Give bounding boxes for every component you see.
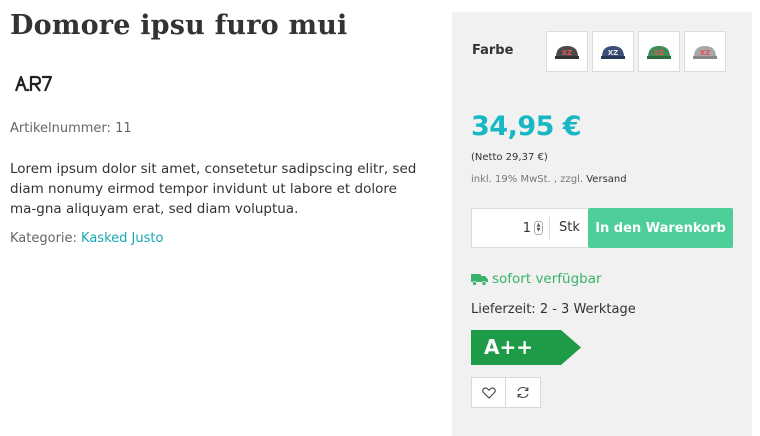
tax-info: inkl. 19% MwSt. , zzgl. Versand (471, 174, 627, 185)
quantity-unit: Stk (559, 220, 580, 235)
product-description: Lorem ipsum dolor sit amet, consetetur s… (10, 161, 417, 217)
svg-text:XZ: XZ (700, 49, 710, 57)
category: Kategorie: Kasked Justo (10, 231, 163, 246)
spinner-icon[interactable]: ▲ ▼ (534, 221, 543, 235)
net-price: (Netto 29,37 €) (471, 152, 548, 163)
cap-icon: XZ (693, 45, 717, 59)
energy-class: A++ (484, 335, 533, 359)
product-actions (471, 377, 541, 408)
product-title: Domore ipsu furo mui (10, 10, 348, 41)
swatch-cap-grey[interactable]: XZ (684, 31, 726, 72)
swatch-cap-navy[interactable]: XZ (592, 31, 634, 72)
compare-button[interactable] (506, 377, 541, 408)
svg-text:XZ: XZ (608, 49, 618, 57)
variant-swatches: XZ XZ XZ XZ (546, 31, 726, 72)
truck-icon (471, 273, 488, 286)
sku: Artikelnummer: 11 (10, 121, 132, 136)
cap-icon: XZ (601, 45, 625, 59)
price: 34,95 € (471, 111, 582, 142)
swatch-cap-dark[interactable]: XZ (546, 31, 588, 72)
refresh-icon (517, 386, 529, 399)
cap-icon: XZ (555, 45, 579, 59)
product-info: Domore ipsu furo mui Artikelnummer: 11 L… (0, 0, 440, 436)
variant-label: Farbe (472, 43, 514, 58)
add-to-cart-form: 1 ▲ ▼ Stk In den Warenkorb (471, 208, 733, 248)
tax-text: inkl. 19% MwSt. , zzgl. (471, 174, 584, 185)
category-label: Kategorie: (10, 231, 77, 246)
brand-logo (14, 75, 53, 92)
buy-panel: Farbe XZ XZ XZ XZ 34,95 € (Netto 29,37 €… (452, 12, 752, 436)
svg-text:XZ: XZ (654, 49, 664, 57)
availability-status: sofort verfügbar (471, 271, 602, 287)
divider (549, 217, 550, 239)
category-link[interactable]: Kasked Justo (81, 231, 163, 246)
sku-value: 11 (115, 121, 132, 136)
add-to-cart-button[interactable]: In den Warenkorb (588, 208, 733, 248)
svg-text:XZ: XZ (562, 49, 572, 57)
energy-label-badge[interactable]: A++ (471, 330, 581, 365)
swatch-cap-green[interactable]: XZ (638, 31, 680, 72)
delivery-time: Lieferzeit: 2 - 3 Werktage (471, 302, 636, 317)
sku-label: Artikelnummer: (10, 121, 111, 136)
availability-text: sofort verfügbar (492, 271, 602, 287)
shipping-link[interactable]: Versand (586, 174, 626, 185)
quantity-input[interactable]: 1 (523, 221, 531, 236)
quantity-stepper[interactable]: 1 ▲ ▼ (472, 209, 549, 247)
wishlist-button[interactable] (471, 377, 506, 408)
heart-icon (481, 386, 496, 399)
cap-icon: XZ (647, 45, 671, 59)
